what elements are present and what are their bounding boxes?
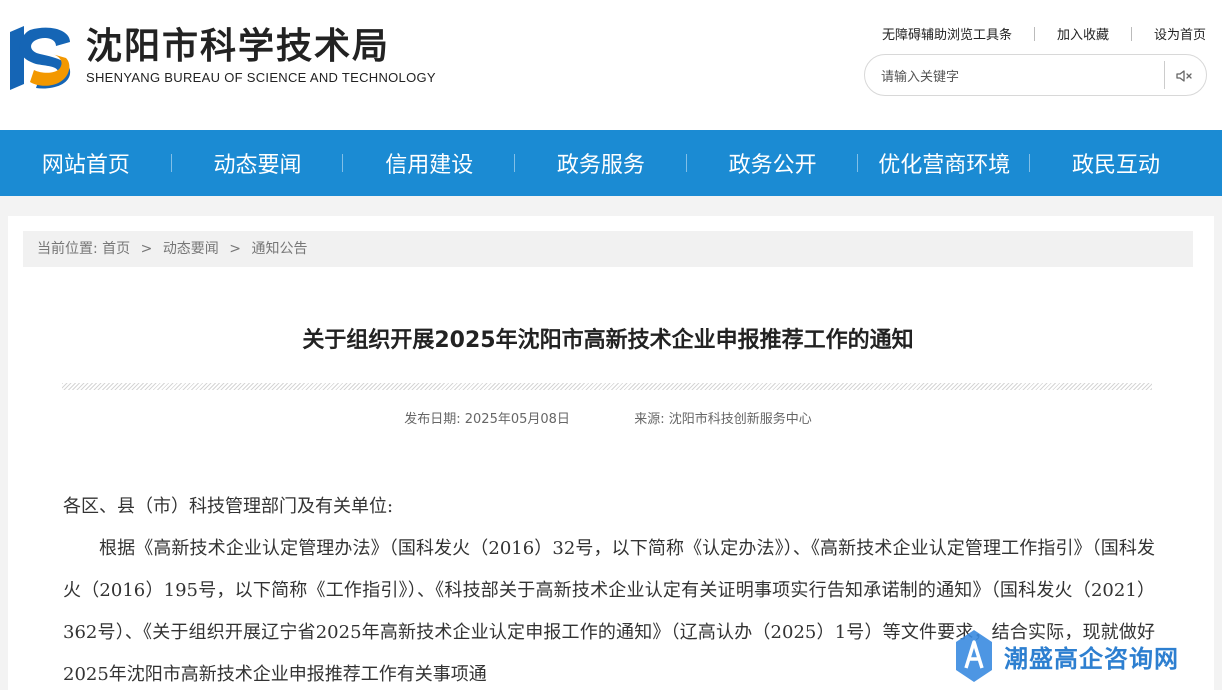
breadcrumb-item-notices[interactable]: 通知公告: [251, 241, 307, 257]
source-label: 来源:: [634, 412, 665, 427]
nav-item-interaction[interactable]: 政民互动: [1030, 130, 1202, 196]
nav-item-news[interactable]: 动态要闻: [172, 130, 344, 196]
breadcrumb-item-news[interactable]: 动态要闻: [163, 241, 219, 257]
divider: [1130, 26, 1132, 41]
nav-item-services[interactable]: 政务服务: [515, 130, 687, 196]
nav-item-home[interactable]: 网站首页: [0, 130, 172, 196]
search-input[interactable]: [881, 66, 1151, 86]
set-homepage-link[interactable]: 设为首页: [1154, 24, 1206, 43]
site-subtitle: SHENYANG BUREAU OF SCIENCE AND TECHNOLOG…: [86, 70, 436, 85]
article-source: 沈阳市科技创新服务中心: [668, 412, 812, 427]
publish-date: 2025年05月08日: [464, 412, 570, 427]
breadcrumb-separator: >: [229, 241, 241, 257]
nav-item-business-environment[interactable]: 优化营商环境: [858, 130, 1030, 196]
nav-item-public-info[interactable]: 政务公开: [687, 130, 859, 196]
a-letter-icon: [956, 630, 992, 682]
watermark-text: 潮盛高企咨询网: [1004, 643, 1179, 673]
divider: [1033, 26, 1035, 41]
breadcrumb-label: 当前位置:: [37, 241, 98, 257]
search-divider: [1164, 61, 1165, 89]
search-box: [864, 54, 1207, 96]
nav-item-credit[interactable]: 信用建设: [343, 130, 515, 196]
add-favorite-link[interactable]: 加入收藏: [1057, 24, 1109, 43]
main-nav: 网站首页 动态要闻 信用建设 政务服务 政务公开 优化营商环境 政民互动: [0, 130, 1222, 196]
voice-icon[interactable]: [1174, 66, 1194, 86]
accessibility-toolbar-link[interactable]: 无障碍辅助浏览工具条: [882, 24, 1012, 43]
site-title: 沈阳市科学技术局: [86, 26, 391, 67]
salutation: 各区、县（市）科技管理部门及有关单位:: [63, 496, 394, 517]
breadcrumb-separator: >: [140, 241, 153, 257]
breadcrumb-item-home[interactable]: 首页: [102, 241, 130, 257]
top-links: 无障碍辅助浏览工具条 加入收藏 设为首页: [882, 24, 1206, 43]
title-divider: [62, 383, 1152, 390]
article-title: 关于组织开展2025年沈阳市高新技术企业申报推荐工作的通知: [302, 328, 914, 353]
article-container: 当前位置: 首页 > 动态要闻 > 通知公告 关于组织开展2025年沈阳市高新技…: [8, 216, 1214, 690]
article-meta: 发布日期: 2025年05月08日 来源: 沈阳市科技创新服务中心: [8, 408, 1208, 427]
watermark: 潮盛高企咨询网: [954, 628, 1179, 684]
breadcrumb: 当前位置: 首页 > 动态要闻 > 通知公告: [23, 231, 1193, 267]
bureau-logo[interactable]: [6, 24, 74, 90]
site-header: 沈阳市科学技术局 SHENYANG BUREAU OF SCIENCE AND …: [0, 0, 1222, 130]
date-label: 发布日期:: [404, 412, 461, 427]
